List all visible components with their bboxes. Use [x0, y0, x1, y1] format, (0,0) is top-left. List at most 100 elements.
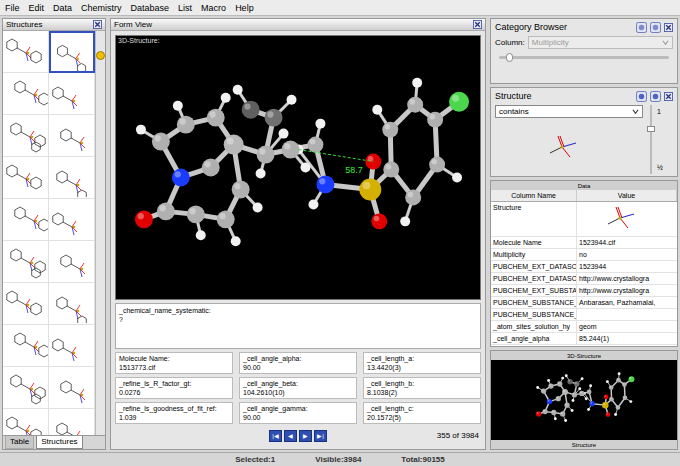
nav-button[interactable]: ▶ — [299, 430, 312, 442]
column-header[interactable]: Value — [577, 190, 677, 201]
structure-3d-caption: Structure — [491, 440, 677, 449]
form-field[interactable]: Molecule Name:1513773.cif — [115, 352, 233, 374]
form-field[interactable]: _cell_length_b:8.1038(2) — [363, 377, 481, 399]
scrollbar[interactable] — [95, 31, 105, 435]
form-field[interactable]: _cell_length_a:13.4420(3) — [363, 352, 481, 374]
form-field[interactable]: _cell_angle_alpha:90.00 — [239, 352, 357, 374]
nav-button[interactable]: |◀ — [269, 430, 282, 442]
structure-cell[interactable] — [3, 325, 49, 367]
structure-cell[interactable] — [3, 31, 49, 73]
close-icon[interactable] — [93, 20, 102, 29]
row-value — [577, 309, 677, 320]
category-browser: Category BrowserColumn:Multiplicity — [490, 18, 678, 84]
structure-cell[interactable] — [3, 115, 49, 157]
structure-cell[interactable] — [3, 241, 49, 283]
filter-icon[interactable] — [636, 22, 647, 33]
structure-cell[interactable] — [3, 409, 49, 435]
structure-cell[interactable] — [49, 31, 95, 73]
similarity-slider[interactable]: 1½ — [647, 105, 673, 174]
structure-thumbnail-icon — [4, 159, 48, 197]
structure-thumbnail-icon — [50, 411, 94, 436]
structure-cell[interactable] — [49, 199, 95, 241]
row-name: _atom_sites_solution_hy — [491, 321, 577, 332]
structure-view: 3D-Structure:58.7 — [115, 35, 481, 300]
form-field[interactable]: _refine_ls_goodness_of_fit_ref:1.039 — [115, 402, 233, 424]
form-field[interactable]: _cell_angle_beta:104.2610(10) — [239, 377, 357, 399]
row-name: Structure — [491, 202, 577, 236]
structure-cell[interactable] — [49, 409, 95, 435]
structure-thumbnail-icon — [51, 33, 93, 71]
data-row[interactable]: Structure — [491, 202, 677, 237]
structure-cell[interactable] — [3, 73, 49, 115]
field-value: 1513773.cif — [119, 363, 229, 372]
data-row[interactable]: Molecule Name1523944.cif — [491, 237, 677, 249]
row-value: Anbarasan, Pazhamalai, — [577, 297, 677, 308]
mode-dropdown[interactable]: contains — [495, 105, 643, 118]
molecule-3d-view[interactable]: 58.7 — [116, 45, 480, 299]
close-icon[interactable] — [664, 23, 673, 32]
field-value: 90.00 — [243, 363, 353, 372]
field-label: _cell_angle_beta: — [243, 379, 353, 388]
data-row[interactable]: PUBCHEM_EXT_DATASO1523944 — [491, 261, 677, 273]
menu-item[interactable]: List — [178, 2, 192, 14]
query-structure-icon — [544, 131, 594, 165]
scroll-thumb[interactable] — [96, 51, 105, 60]
clear-structure-icon[interactable] — [650, 91, 661, 102]
category-slider[interactable] — [499, 52, 669, 62]
chevron-down-icon — [632, 108, 639, 115]
menu-item[interactable]: Macro — [201, 2, 226, 14]
menu-item[interactable]: Help — [235, 2, 254, 14]
structure-cell[interactable] — [49, 367, 95, 409]
slider-knob[interactable] — [647, 126, 655, 132]
view-tab[interactable]: Structures — [36, 436, 82, 449]
data-panel: DataColumn NameValueStructureMolecule Na… — [490, 180, 678, 347]
data-row[interactable]: _cell_angle_alpha85.244(1) — [491, 333, 677, 345]
structure-cell[interactable] — [49, 241, 95, 283]
menu-item[interactable]: Data — [53, 2, 72, 14]
column-header[interactable]: Column Name — [491, 190, 577, 201]
structure-cell[interactable] — [3, 199, 49, 241]
data-row[interactable]: Multiplicityno — [491, 249, 677, 261]
row-value: geom — [577, 321, 677, 332]
view-tabs: TableStructures — [3, 435, 105, 449]
molecule-preview[interactable] — [495, 364, 673, 436]
menu-item[interactable]: File — [5, 2, 20, 14]
row-name: _cell_angle_alpha — [491, 333, 577, 344]
form-field[interactable]: _refine_ls_R_factor_gt:0.0276 — [115, 377, 233, 399]
structure-cell[interactable] — [3, 367, 49, 409]
app-window: File Edit Data Chemistry Database List Macro He… — [0, 0, 680, 466]
row-name: Multiplicity — [491, 249, 577, 260]
field-value: 1.039 — [119, 413, 229, 422]
column-dropdown[interactable]: Multiplicity — [528, 36, 673, 49]
field-value: 20.1572(5) — [367, 413, 477, 422]
data-row[interactable]: PUBCHEM_SUBSTANCE_Anbarasan, Pazhamalai, — [491, 297, 677, 309]
structure-cell[interactable] — [49, 157, 95, 199]
row-value: 1523944 — [577, 261, 677, 272]
menu-item[interactable]: Chemistry — [81, 2, 122, 14]
edit-structure-icon[interactable] — [636, 91, 647, 102]
structure-thumbnail-icon — [4, 117, 48, 155]
form-field[interactable]: _cell_length_c:20.1572(5) — [363, 402, 481, 424]
slider-knob[interactable] — [506, 53, 513, 62]
form-field[interactable]: _cell_angle_gamma:90.00 — [239, 402, 357, 424]
name-field[interactable]: _chemical_name_systematic:? — [115, 303, 481, 349]
view-tab[interactable]: Table — [5, 436, 34, 449]
nav-button[interactable]: ▶| — [314, 430, 327, 442]
close-icon[interactable] — [664, 92, 673, 101]
close-icon[interactable] — [473, 20, 482, 29]
nav-button[interactable]: ◀ — [284, 430, 297, 442]
data-row[interactable]: PUBCHEM_EXT_SUBSTAhttp://www.crystallogr… — [491, 285, 677, 297]
menu-item[interactable]: Edit — [29, 2, 45, 14]
settings-icon[interactable] — [650, 22, 661, 33]
structure-cell[interactable] — [49, 325, 95, 367]
data-row[interactable]: PUBCHEM_SUBSTANCE_ — [491, 309, 677, 321]
structure-cell[interactable] — [3, 157, 49, 199]
structure-cell[interactable] — [49, 115, 95, 157]
menu-item[interactable]: Database — [131, 2, 170, 14]
structure-cell[interactable] — [49, 73, 95, 115]
structure-cell[interactable] — [49, 283, 95, 325]
data-row[interactable]: _atom_sites_solution_hygeom — [491, 321, 677, 333]
data-row[interactable]: PUBCHEM_EXT_DATASOhttp://www.crystallogr… — [491, 273, 677, 285]
structure-cell[interactable] — [3, 283, 49, 325]
data-title: Data — [491, 181, 677, 190]
